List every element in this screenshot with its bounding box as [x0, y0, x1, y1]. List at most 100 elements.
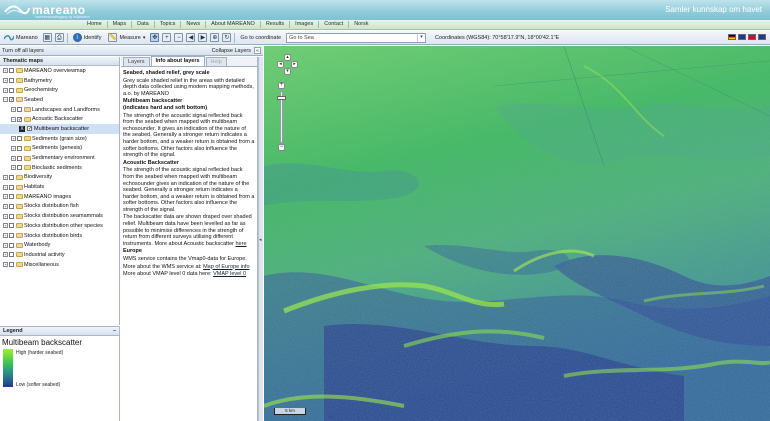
zoom-out-button[interactable]: − — [278, 144, 285, 151]
tree-folder[interactable]: + Geochemistry — [0, 85, 119, 95]
nav-results[interactable]: Results — [261, 21, 291, 28]
expand-icon[interactable]: + — [3, 233, 8, 239]
tree-folder[interactable]: + MAREANO images — [0, 192, 119, 202]
layer-checkbox[interactable] — [9, 174, 14, 180]
tree-folder[interactable]: + Habitats — [0, 182, 119, 192]
table-icon[interactable]: ▦ — [42, 33, 52, 42]
pan-left-icon[interactable]: ◂ — [277, 61, 284, 68]
layer-checkbox[interactable] — [17, 136, 22, 142]
collapse-icon[interactable]: − — [11, 116, 16, 122]
home-extent-button[interactable]: Mareano — [2, 32, 40, 43]
double-chevron-left-icon[interactable]: « — [254, 47, 261, 54]
expand-icon[interactable]: + — [3, 203, 8, 209]
tab-layers[interactable]: Layers — [123, 57, 150, 66]
expand-icon[interactable]: + — [3, 184, 8, 190]
expand-icon[interactable]: + — [3, 68, 8, 74]
tree-folder[interactable]: − ✓ Seabed — [0, 95, 119, 105]
zoom-previous-icon[interactable]: ◀ — [186, 33, 196, 42]
layer-checkbox[interactable] — [9, 203, 14, 209]
tree-folder[interactable]: + Sediments (genesis) — [0, 144, 119, 154]
zoom-in-button[interactable]: + — [278, 82, 285, 89]
nav-home[interactable]: Home — [82, 21, 108, 28]
expand-icon[interactable]: + — [11, 165, 16, 171]
layer-checkbox[interactable] — [9, 194, 14, 200]
layer-checkbox[interactable] — [9, 252, 14, 258]
layer-checkbox[interactable]: ✓ — [9, 97, 14, 103]
pan-icon[interactable]: ✥ — [150, 33, 160, 42]
tree-folder[interactable]: + Industrial activity — [0, 250, 119, 260]
expand-icon[interactable]: + — [3, 223, 8, 229]
layer-checkbox[interactable]: ✓ — [27, 126, 32, 132]
nav-images[interactable]: Images — [290, 21, 320, 28]
uk-flag-icon[interactable] — [738, 34, 746, 40]
refresh-icon[interactable]: ↻ — [222, 33, 232, 42]
tree-folder[interactable]: + Stocks distribution birds — [0, 231, 119, 241]
expand-icon[interactable]: + — [11, 145, 16, 151]
nav-news[interactable]: News — [181, 21, 207, 28]
layer-checkbox[interactable] — [9, 242, 14, 248]
tree-folder[interactable]: + Bathymetry — [0, 76, 119, 86]
tree-folder[interactable]: − ✓ Acoustic Backscatter — [0, 114, 119, 124]
vmap-link[interactable]: VMAP level 0 — [213, 271, 246, 277]
nav-contact[interactable]: Contact — [319, 21, 350, 28]
expand-icon[interactable]: + — [3, 252, 8, 258]
layer-checkbox[interactable] — [9, 87, 14, 93]
measure-button[interactable]: 📏 Measure ▾ — [106, 32, 147, 43]
zoom-in-icon[interactable]: + — [162, 33, 172, 42]
expand-icon[interactable]: + — [3, 242, 8, 248]
layer-checkbox[interactable] — [17, 155, 22, 161]
tree-layer-selected[interactable]: X ✓ Multibeam backscatter — [0, 124, 119, 134]
zoom-next-icon[interactable]: ▶ — [198, 33, 208, 42]
tree-folder[interactable]: + Miscellaneous — [0, 260, 119, 270]
nav-norsk[interactable]: Norsk — [349, 21, 373, 28]
layer-checkbox[interactable] — [17, 145, 22, 151]
expand-icon[interactable]: + — [3, 174, 8, 180]
tab-info-about-layers[interactable]: Info about layers — [150, 56, 205, 66]
chevron-down-icon[interactable]: ▾ — [417, 33, 425, 42]
pan-right-icon[interactable]: ▸ — [291, 61, 298, 68]
goto-sea-select[interactable]: Go to Sea ▾ — [286, 32, 427, 43]
europe-info-link[interactable]: Map of Europe info — [203, 264, 249, 270]
tree-folder[interactable]: + Stocks distribution seamammals — [0, 211, 119, 221]
expand-icon[interactable]: + — [3, 194, 8, 200]
zoom-thumb[interactable] — [277, 96, 286, 100]
layer-checkbox[interactable] — [9, 68, 14, 74]
tree-folder[interactable]: + Bioclastic sediments — [0, 163, 119, 173]
collapse-icon[interactable]: − — [3, 97, 8, 103]
tree-folder[interactable]: + Landscapes and Landforms — [0, 105, 119, 115]
print-icon[interactable]: ⎙ — [54, 33, 64, 42]
nav-data[interactable]: Data — [132, 21, 155, 28]
turn-off-all-layers[interactable]: Turn off all layers — [2, 48, 44, 54]
backscatter-here-link[interactable]: here — [236, 241, 247, 247]
goto-coordinate-label[interactable]: Go to coordinate — [238, 32, 283, 43]
tree-folder[interactable]: + Biodiversity — [0, 173, 119, 183]
layer-checkbox[interactable] — [9, 262, 14, 268]
pan-up-icon[interactable]: ▴ — [284, 54, 291, 61]
expand-icon[interactable]: + — [3, 213, 8, 219]
tree-folder[interactable]: + Waterbody — [0, 240, 119, 250]
tab-help[interactable]: Help — [205, 57, 227, 66]
layer-checkbox[interactable]: ✓ — [17, 116, 22, 122]
layer-checkbox[interactable] — [17, 107, 22, 113]
collapse-layers[interactable]: Collapse Layers « — [212, 47, 261, 54]
expand-icon[interactable]: + — [3, 87, 8, 93]
remove-layer-icon[interactable]: X — [19, 125, 25, 132]
eu-flag-icon[interactable] — [758, 34, 766, 40]
nav-maps[interactable]: Maps — [108, 21, 133, 28]
tree-folder[interactable]: + MAREANO overviewmap — [0, 66, 119, 76]
identify-button[interactable]: i Identify — [71, 32, 104, 43]
pan-down-icon[interactable]: ▾ — [284, 68, 291, 75]
collapse-icon[interactable]: – — [113, 327, 116, 335]
zoom-out-icon[interactable]: − — [174, 33, 184, 42]
expand-icon[interactable]: + — [3, 78, 8, 84]
layer-checkbox[interactable] — [17, 165, 22, 171]
tree-folder[interactable]: + Stocks distribution fish — [0, 202, 119, 212]
layer-checkbox[interactable] — [9, 184, 14, 190]
nav-topics[interactable]: Topics — [155, 21, 182, 28]
map-viewport[interactable]: ▴ ◂ ▸ ▾ + − 5 km — [264, 46, 770, 421]
panel-splitter[interactable]: ◂ — [258, 57, 263, 421]
tree-folder[interactable]: + Sediments (grain size) — [0, 134, 119, 144]
zoom-extent-icon[interactable]: ⊕ — [210, 33, 220, 42]
layer-checkbox[interactable] — [9, 223, 14, 229]
tree-folder[interactable]: + Sedimentary environment — [0, 153, 119, 163]
